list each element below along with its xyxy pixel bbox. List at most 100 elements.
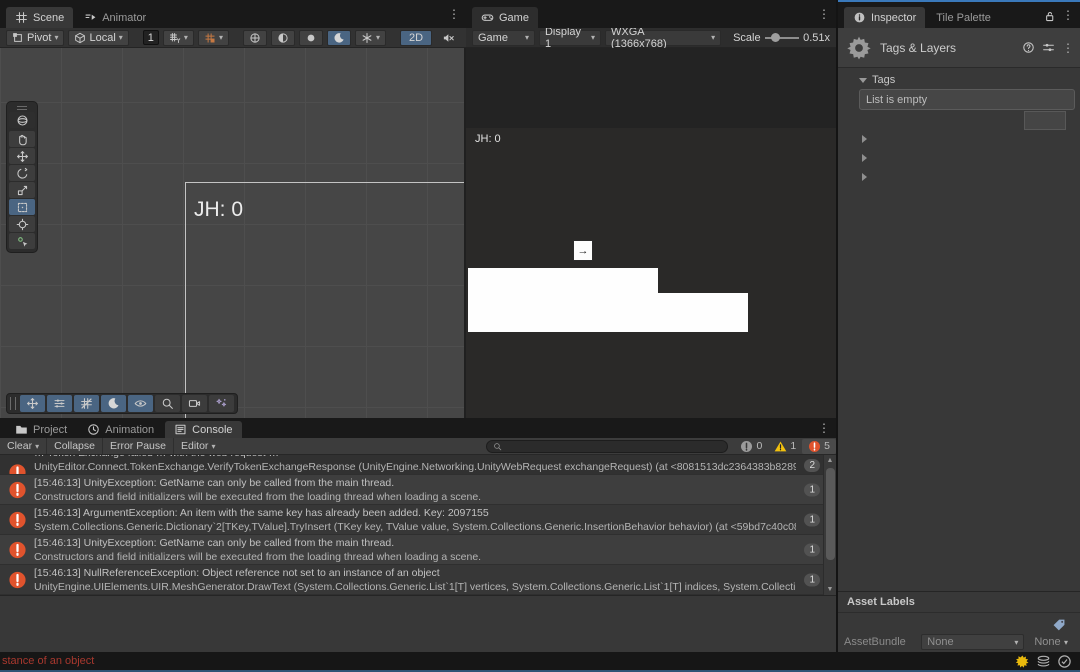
search-toggle-icon [161, 397, 174, 410]
display-dropdown[interactable]: Display 1▾ [539, 30, 601, 46]
overlay-grip[interactable] [9, 104, 35, 111]
tab-scene[interactable]: Scene [6, 7, 73, 28]
levels-toggle-icon [53, 397, 66, 410]
lock-icon[interactable] [1043, 10, 1056, 23]
console-row[interactable]: [15:46:13] ArgumentException: An item wi… [0, 505, 836, 535]
scroll-down-icon[interactable]: ▼ [824, 586, 836, 593]
collapse-count-badge: 1 [804, 543, 820, 556]
grid-size-field[interactable]: 1 [143, 30, 159, 45]
scene-panel-menu-icon[interactable]: ⋮ [448, 7, 460, 21]
clear-button[interactable]: Clear▾ [0, 438, 47, 454]
overlay-grip[interactable] [10, 397, 16, 410]
collapsed-foldout[interactable] [862, 135, 867, 143]
collapsed-foldout[interactable] [862, 173, 867, 181]
tags-foldout[interactable]: Tags [859, 74, 895, 86]
component-menu-icon[interactable]: ⋮ [1062, 41, 1074, 55]
visibility-toggle-button[interactable] [128, 395, 153, 412]
game-toolbar: Game▾ Display 1▾ WXGA (1366x768)▾ Scale … [466, 28, 836, 48]
snap-settings-dropdown[interactable]: ▾ [198, 30, 229, 46]
tab-inspector[interactable]: Inspector [844, 7, 925, 28]
effects-toggle[interactable] [327, 30, 351, 46]
cache-server-icon[interactable] [1036, 654, 1051, 669]
mode-2d-toggle[interactable]: 2D [400, 30, 432, 46]
stray-dropdown-box[interactable] [1024, 111, 1066, 130]
debug-icon[interactable] [1015, 654, 1030, 669]
info-count-icon [740, 440, 753, 453]
console-row[interactable]: [15:46:13] UnityException: GetName can o… [0, 475, 836, 505]
console-panel-menu-icon[interactable]: ⋮ [818, 421, 830, 435]
tab-label: Project [33, 424, 67, 436]
move-tool-button[interactable] [9, 148, 35, 164]
handle-rotation-dropdown[interactable]: Local▾ [68, 30, 128, 46]
console-scrollbar[interactable]: ▲ ▼ [823, 455, 836, 595]
scene-tab-icon [15, 11, 28, 24]
console-row[interactable]: [15:46:13] UnityException: GetName can o… [0, 535, 836, 565]
audio-toggle[interactable] [299, 30, 323, 46]
console-row[interactable]: … Token Exchange failed … with the web r… [0, 455, 836, 475]
error-pause-button[interactable]: Error Pause [103, 438, 174, 454]
hand-tool-button[interactable] [9, 131, 35, 147]
scale-slider[interactable] [765, 31, 799, 45]
console-search-input[interactable] [486, 440, 728, 453]
grid-paint-toggle-button[interactable] [74, 395, 99, 412]
camera-toggle-button[interactable] [182, 395, 207, 412]
warning-count-toggle[interactable]: 1 [768, 439, 802, 454]
error-count-toggle[interactable]: 5 [802, 439, 836, 454]
assetbundle-dropdown[interactable]: None▾ [921, 634, 1024, 650]
info-count-toggle[interactable]: 0 [734, 439, 768, 454]
tab-label: Inspector [871, 12, 916, 24]
collapse-button[interactable]: Collapse [47, 438, 103, 454]
transform-tool-button[interactable] [9, 216, 35, 232]
effects-dropdown[interactable]: ▾ [355, 30, 386, 46]
scene-audio-mute-toggle[interactable] [436, 30, 460, 46]
inspector-panel-menu-icon[interactable]: ⋮ [1062, 8, 1074, 22]
custom-tool-button[interactable] [9, 233, 35, 249]
view-tool-button[interactable] [9, 112, 35, 128]
pivot-dropdown[interactable]: Pivot▾ [6, 30, 64, 46]
tab-animator[interactable]: Animator [75, 7, 155, 28]
status-bar[interactable]: stance of an object [0, 652, 1080, 672]
game-viewport[interactable]: JH: 0 → [466, 48, 836, 418]
tab-tile-palette[interactable]: Tile Palette [927, 7, 1000, 28]
inspector-panel: Inspector Tile Palette ⋮ Tags & Layers ⋮… [836, 0, 1080, 652]
lighting-toggle[interactable] [271, 30, 295, 46]
status-message[interactable]: stance of an object [0, 655, 94, 667]
scroll-up-icon[interactable]: ▲ [824, 457, 836, 464]
hand-tool-icon [16, 133, 29, 146]
scene-viewport[interactable]: JH: 0 [0, 48, 466, 418]
particles-toggle-button[interactable] [209, 395, 234, 412]
rect-tool-button[interactable] [9, 199, 35, 215]
levels-toggle-button[interactable] [47, 395, 72, 412]
resolution-dropdown[interactable]: WXGA (1366x768)▾ [605, 30, 721, 46]
activity-check-icon[interactable] [1057, 654, 1072, 669]
project-tab-icon [15, 423, 28, 436]
console-row[interactable]: [15:46:13] NullReferenceException: Objec… [0, 565, 836, 595]
move-toggle-button[interactable] [20, 395, 45, 412]
game-panel-menu-icon[interactable]: ⋮ [818, 7, 830, 21]
rotate-tool-button[interactable] [9, 165, 35, 181]
collapsed-foldout[interactable] [862, 154, 867, 162]
search-toggle-button[interactable] [155, 395, 180, 412]
inspector-tab-icon [853, 11, 866, 24]
game-tab-icon [481, 11, 494, 24]
log-stacktrace: Constructors and field initializers will… [34, 490, 796, 504]
game-panel: Game ⋮ Game▾ Display 1▾ WXGA (1366x768)▾… [466, 0, 836, 418]
label-tag-icon[interactable] [1052, 618, 1066, 632]
help-icon[interactable] [1022, 41, 1035, 54]
presets-icon[interactable] [1042, 41, 1055, 54]
tab-animation[interactable]: Animation [78, 421, 163, 438]
game-mode-dropdown[interactable]: Game▾ [472, 30, 535, 46]
grid-visibility-dropdown[interactable]: ▾ [163, 30, 194, 46]
scroll-thumb[interactable] [826, 468, 835, 560]
console-tab-icon [174, 423, 187, 436]
scene-panel: Scene Animator ⋮ Pivot▾ Local▾ 1 ▾ [0, 0, 466, 418]
scale-tool-button[interactable] [9, 182, 35, 198]
assetbundle-variant-dropdown[interactable]: None▾ [1028, 634, 1074, 650]
moon-toggle-button[interactable] [101, 395, 126, 412]
editor-dropdown[interactable]: Editor▾ [174, 438, 222, 454]
game-arrow-button[interactable]: → [573, 240, 593, 261]
tab-project[interactable]: Project [6, 421, 76, 438]
tab-console[interactable]: Console [165, 421, 241, 438]
tab-game[interactable]: Game [472, 7, 538, 28]
gizmos-toggle[interactable] [243, 30, 267, 46]
